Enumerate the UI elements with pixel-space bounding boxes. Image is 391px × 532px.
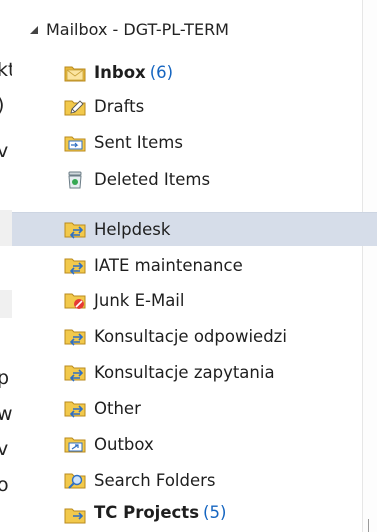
background-text: v	[0, 438, 9, 460]
folder-label: Junk E-Mail	[94, 290, 185, 310]
folder-item-drafts[interactable]: Drafts	[12, 89, 377, 123]
folder-label: Drafts	[94, 96, 145, 116]
folder-item-outbox[interactable]: Outbox	[12, 427, 377, 461]
folder-label: IATE maintenance	[94, 255, 243, 275]
folder-label: Search Folders	[94, 470, 216, 490]
collapse-arrow-icon[interactable]	[30, 26, 38, 34]
folder-label: Helpdesk	[94, 219, 171, 239]
background-text: )	[0, 95, 4, 115]
shared-folder-icon	[64, 365, 86, 382]
shared-folder-icon	[64, 258, 86, 275]
folder-item-tc-projects[interactable]: TC Projects (5)	[12, 501, 377, 525]
folder-item-inbox[interactable]: Inbox (6)	[12, 55, 377, 89]
folder-item-konsultacje-zapytania[interactable]: Konsultacje zapytania	[12, 355, 377, 389]
folder-label: Inbox	[94, 62, 146, 82]
divider	[368, 519, 369, 532]
background-band	[0, 290, 12, 318]
folder-item-helpdesk[interactable]: Helpdesk	[12, 212, 377, 246]
shared-folder-icon	[64, 401, 86, 418]
folder-label: Konsultacje zapytania	[94, 362, 275, 382]
search-folders-icon	[64, 473, 86, 489]
background-text: v	[0, 140, 9, 162]
folder-item-junk-email[interactable]: Junk E-Mail	[12, 283, 377, 317]
shared-folder-icon	[64, 222, 86, 239]
unread-count: (5)	[203, 503, 227, 522]
background-band	[0, 210, 12, 246]
background-text: kt	[0, 59, 12, 81]
background-window: kt ) v p w v o	[0, 0, 12, 532]
unread-count: (6)	[149, 62, 174, 82]
folder-item-other[interactable]: Other	[12, 391, 377, 425]
folder-label: Other	[94, 398, 141, 418]
drafts-folder-icon	[64, 100, 86, 116]
folder-label: Deleted Items	[94, 169, 211, 189]
folder-label: Outbox	[94, 434, 154, 454]
sent-items-folder-icon	[64, 136, 86, 152]
mailbox-node[interactable]: Mailbox - DGT-PL-TERM	[30, 16, 229, 42]
shared-folder-icon	[64, 508, 86, 524]
junk-folder-icon	[64, 293, 86, 309]
shared-folder-icon	[64, 329, 86, 346]
background-text: w	[0, 403, 12, 425]
folder-item-konsultacje-odpowiedzi[interactable]: Konsultacje odpowiedzi	[12, 319, 377, 353]
folder-item-deleted-items[interactable]: Deleted Items	[12, 162, 377, 196]
folder-item-search-folders[interactable]: Search Folders	[12, 463, 377, 497]
folder-label: TC Projects	[94, 503, 200, 522]
folder-label: Sent Items	[94, 132, 183, 152]
mailbox-title: Mailbox - DGT-PL-TERM	[46, 19, 229, 39]
background-text: o	[0, 474, 9, 496]
background-text: p	[0, 367, 10, 389]
folder-item-iate-maintenance[interactable]: IATE maintenance	[12, 248, 377, 282]
folder-pane: Mailbox - DGT-PL-TERM Inbox (6) Drafts S…	[12, 0, 377, 532]
deleted-items-icon	[68, 171, 82, 189]
folder-label: Konsultacje odpowiedzi	[94, 326, 287, 346]
folder-item-sent-items[interactable]: Sent Items	[12, 125, 377, 159]
outbox-folder-icon	[64, 437, 86, 453]
inbox-folder-icon	[64, 66, 86, 82]
